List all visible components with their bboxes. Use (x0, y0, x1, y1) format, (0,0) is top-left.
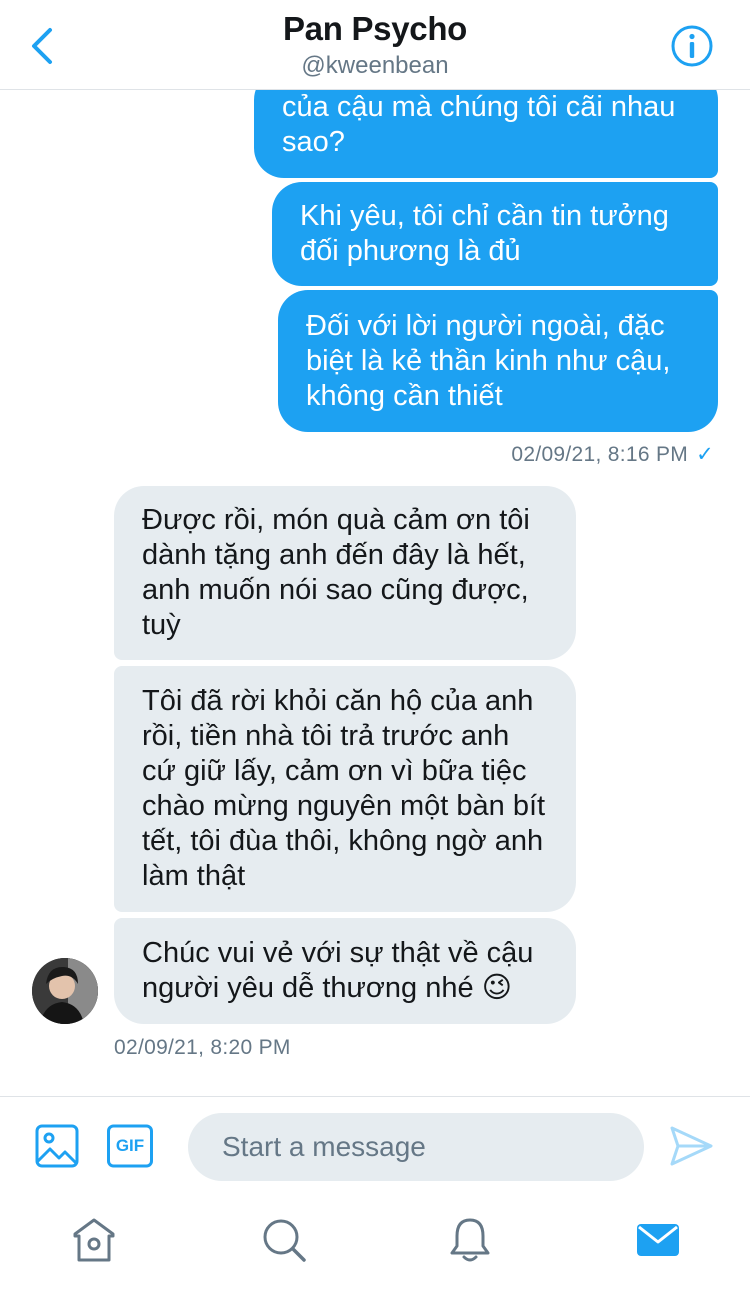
bottom-tab-bar (0, 1196, 750, 1295)
message-text: Chúc vui vẻ với sự thật về cậu người yêu… (142, 937, 534, 1004)
gif-label: GIF (115, 1136, 145, 1155)
send-button[interactable] (668, 1123, 718, 1173)
message-text: Được rồi, món quà cảm ơn tôi dành tặng a… (142, 504, 530, 641)
message-text: Khi yêu, tôi chỉ cần tin tưởng đối phươn… (300, 200, 669, 267)
message-thread[interactable]: của cậu mà chúng tôi cãi nhau sao? Khi y… (0, 90, 750, 1096)
mail-icon (637, 1224, 679, 1256)
contact-handle: @kweenbean (301, 52, 449, 79)
tab-messages[interactable] (634, 1216, 682, 1264)
contact-name: Pan Psycho (282, 10, 468, 47)
add-image-button[interactable] (34, 1123, 82, 1171)
conversation-header: Pan Psycho @kweenbean (0, 0, 750, 90)
home-icon (73, 1218, 115, 1262)
message-bubble-outgoing[interactable]: của cậu mà chúng tôi cãi nhau sao? (254, 90, 718, 178)
tab-home[interactable] (70, 1216, 118, 1264)
read-receipt-icon: ✓ (696, 443, 714, 466)
message-input[interactable] (188, 1113, 644, 1181)
bell-icon (450, 1218, 490, 1262)
message-timestamp: 02/09/21, 8:20 PM (114, 1036, 291, 1059)
add-gif-button[interactable]: GIF (106, 1123, 154, 1171)
message-composer: GIF (0, 1096, 750, 1196)
avatar[interactable] (32, 958, 98, 1024)
message-text: của cậu mà chúng tôi cãi nhau sao? (282, 91, 676, 158)
message-text: Tôi đã rời khỏi căn hộ của anh rồi, tiền… (142, 685, 546, 892)
tab-notifications[interactable] (446, 1216, 494, 1264)
avatar-image (32, 958, 98, 1024)
send-icon (670, 1126, 713, 1166)
message-text: Đối với lời người ngoài, đặc biệt là kẻ … (306, 309, 671, 412)
message-bubble-incoming[interactable]: Chúc vui vẻ với sự thật về cậu người yêu… (114, 918, 576, 1024)
message-bubble-outgoing[interactable]: Đối với lời người ngoài, đặc biệt là kẻ … (278, 290, 718, 432)
tab-search[interactable] (260, 1216, 308, 1264)
search-icon (263, 1219, 306, 1262)
message-bubble-incoming[interactable]: Được rồi, món quà cảm ơn tôi dành tặng a… (114, 486, 576, 660)
image-icon (35, 1124, 79, 1168)
message-bubble-outgoing[interactable]: Khi yêu, tôi chỉ cần tin tưởng đối phươn… (272, 182, 718, 286)
header-title-block[interactable]: Pan Psycho @kweenbean (0, 10, 750, 80)
message-timestamp: 02/09/21, 8:16 PM ✓ (511, 443, 714, 466)
message-bubble-incoming[interactable]: Tôi đã rời khỏi căn hộ của anh rồi, tiền… (114, 666, 576, 912)
info-icon (671, 25, 713, 67)
info-button[interactable] (670, 24, 714, 68)
